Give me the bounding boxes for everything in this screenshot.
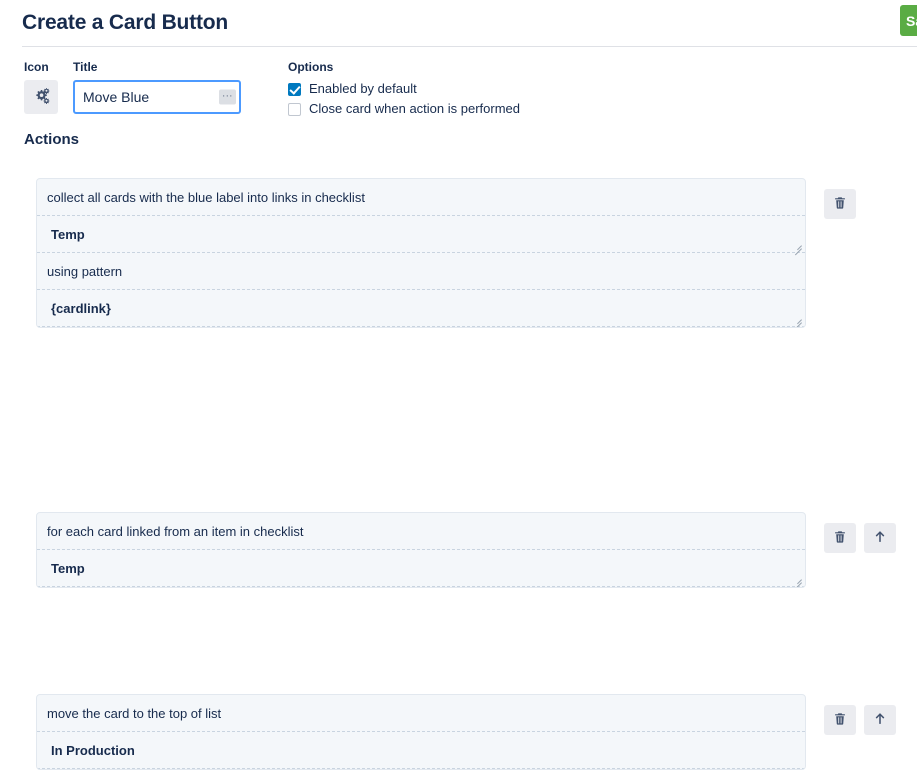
action-card[interactable]: collect all cards with the blue label in…: [36, 178, 806, 328]
option-close-card-when-action-performed[interactable]: Close card when action is performed: [288, 100, 520, 118]
title-input[interactable]: [73, 80, 241, 114]
resize-grip-icon[interactable]: [792, 240, 802, 256]
move-action-up-button[interactable]: [864, 523, 896, 553]
action-phrase: for each card linked from an item in che…: [37, 513, 805, 550]
option-enabled-by-default[interactable]: Enabled by default: [288, 80, 520, 98]
action-value-field[interactable]: {cardlink}: [37, 290, 805, 327]
cogs-icon: [33, 87, 50, 107]
actions-heading: Actions: [24, 131, 80, 148]
action-phrase: move the card to the top of list: [37, 695, 805, 732]
action-row-text: Temp: [51, 226, 85, 242]
resize-grip-icon[interactable]: [792, 574, 802, 587]
arrow-up-icon: [873, 529, 887, 547]
ellipsis-icon: ...: [222, 87, 233, 100]
page-title: Create a Card Button: [22, 11, 229, 34]
move-action-up-button[interactable]: [864, 705, 896, 735]
action-buttons: [824, 523, 896, 553]
title-variables-button[interactable]: ...: [219, 87, 236, 105]
icon-picker-button[interactable]: [24, 80, 58, 114]
option-label: Enabled by default: [309, 81, 417, 96]
action-block: collect all cards with the blue label in…: [0, 178, 917, 332]
icon-field-group: Icon: [24, 60, 58, 114]
action-row-text: Temp: [51, 560, 85, 576]
actions-list: collect all cards with the blue label in…: [0, 178, 917, 770]
action-row-text: move the card to the top of list: [47, 705, 222, 721]
action-row-text: collect all cards with the blue label in…: [47, 189, 365, 205]
title-field-label: Title: [73, 60, 98, 74]
action-card[interactable]: for each card linked from an item in che…: [36, 512, 806, 588]
action-block: for each card linked from an item in che…: [0, 344, 917, 588]
action-row-text: for each card linked from an item in che…: [47, 523, 304, 539]
title-input-wrap: ...: [73, 80, 241, 114]
trash-icon: [833, 712, 847, 729]
action-value-field[interactable]: In Production: [37, 732, 805, 769]
options-group: Options Enabled by default Close card wh…: [288, 60, 520, 120]
resize-grip-icon[interactable]: [792, 314, 802, 327]
action-row-text: In Production: [51, 742, 135, 758]
action-value-field[interactable]: Temp: [37, 216, 805, 256]
options-label: Options: [288, 60, 334, 74]
action-buttons: [824, 705, 896, 735]
arrow-up-icon: [873, 711, 887, 729]
delete-action-button[interactable]: [824, 705, 856, 735]
action-phrase: collect all cards with the blue label in…: [37, 179, 805, 216]
action-block: move the card to the top of list In Produ…: [0, 434, 917, 770]
header-divider: [22, 46, 917, 47]
page-header: Create a Card Button: [0, 0, 917, 36]
action-row-text: using pattern: [47, 263, 123, 279]
trash-icon: [833, 530, 847, 547]
action-card[interactable]: move the card to the top of list In Produ…: [36, 694, 806, 770]
delete-action-button[interactable]: [824, 189, 856, 219]
save-button[interactable]: Save: [900, 5, 917, 36]
trash-icon: [833, 196, 847, 213]
checkbox-checked-icon[interactable]: [288, 82, 301, 96]
action-buttons: [824, 189, 856, 219]
title-field-group: Title ...: [73, 60, 241, 114]
checkbox-unchecked-icon[interactable]: [288, 102, 301, 116]
icon-field-label: Icon: [24, 60, 49, 74]
form-row: Icon Title Move Blue ... Options Enabled…: [0, 60, 917, 122]
action-value-field[interactable]: Temp: [37, 550, 805, 587]
action-row-text: {cardlink}: [51, 300, 111, 316]
delete-action-button[interactable]: [824, 523, 856, 553]
option-label: Close card when action is performed: [309, 101, 520, 116]
action-phrase: using pattern: [37, 253, 805, 290]
